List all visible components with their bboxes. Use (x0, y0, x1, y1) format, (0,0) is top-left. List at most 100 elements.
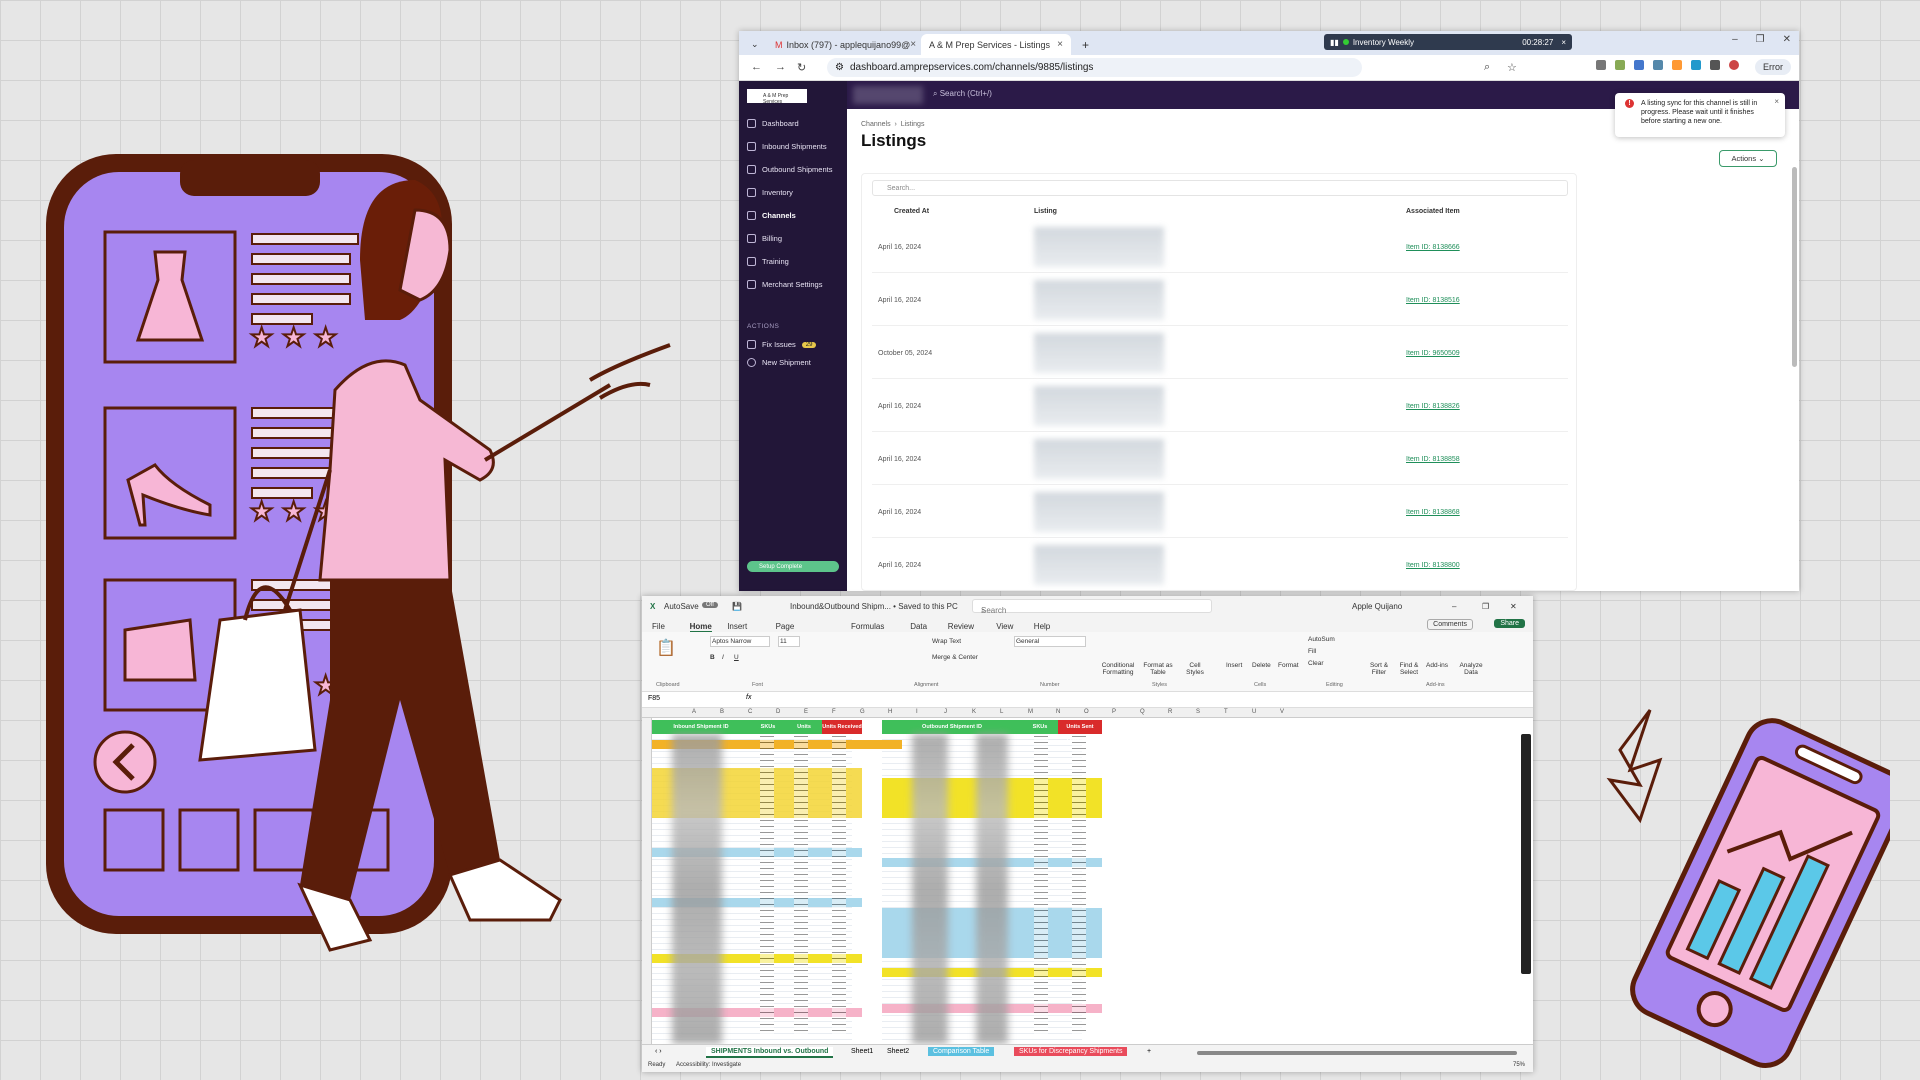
delete-cells-button[interactable]: Delete (1252, 662, 1271, 669)
global-search[interactable]: ⌕ Search (Ctrl+/) (933, 89, 992, 99)
add-sheet-button[interactable]: + (1142, 1047, 1156, 1056)
name-box[interactable]: F85 (648, 695, 698, 702)
associated-item-link[interactable]: Item ID: 9650509 (1406, 350, 1460, 357)
header-outbound-shipment-id[interactable]: Outbound Shipment ID (882, 720, 1022, 734)
merge-center-button[interactable]: Merge & Center (932, 654, 978, 661)
sidebar-item-billing[interactable]: Billing (747, 234, 782, 243)
column-letter[interactable]: D (776, 709, 780, 715)
url-input[interactable]: ⚙ dashboard.amprepservices.com/channels/9… (827, 58, 1362, 77)
close-toast-icon[interactable]: × (1774, 97, 1779, 106)
bold-button[interactable]: B (710, 654, 715, 661)
zoom-level[interactable]: 75% (1513, 1062, 1525, 1068)
extension-icon[interactable] (1634, 60, 1644, 70)
sidebar-item-merchant-settings[interactable]: Merchant Settings (747, 280, 822, 289)
close-tab-icon[interactable]: × (1057, 39, 1063, 50)
column-letter[interactable]: F (832, 709, 836, 715)
side-panel-scrollbar[interactable] (1521, 734, 1531, 974)
excel-search-input[interactable]: ⌕ Search (972, 599, 1212, 615)
underline-button[interactable]: U (734, 654, 739, 661)
column-letter[interactable]: P (1112, 709, 1116, 715)
format-as-table-button[interactable]: Format as Table (1140, 662, 1176, 676)
sheet-tab-sheet2[interactable]: Sheet2 (882, 1047, 914, 1056)
header-units[interactable]: Units (786, 720, 822, 734)
back-icon[interactable]: ← (751, 61, 762, 73)
column-letter[interactable]: R (1168, 709, 1172, 715)
table-row[interactable]: April 16, 2024 Item ID: 8138666 (872, 220, 1568, 273)
table-row[interactable]: April 16, 2024 Item ID: 8138858 (872, 432, 1568, 485)
sidebar-item-inventory[interactable]: Inventory (747, 188, 793, 197)
breadcrumb-channels[interactable]: Channels (861, 121, 891, 128)
spreadsheet-grid[interactable]: A B C D E F G H I J K L M N O P Q R S T U V Inbound Shipment … (642, 708, 1533, 1044)
column-letter[interactable]: M (1028, 709, 1033, 715)
autosum-button[interactable]: AutoSum (1308, 636, 1335, 643)
site-info-icon[interactable]: ⚙ (835, 62, 844, 73)
table-row[interactable]: April 16, 2024 Item ID: 8138826 (872, 379, 1568, 432)
tab-listings[interactable]: A & M Prep Services - Listings × (921, 34, 1071, 55)
column-header-created-at[interactable]: Created At (894, 208, 929, 215)
close-icon[interactable]: × (1561, 38, 1566, 47)
font-name-select[interactable]: Aptos Narrow (710, 636, 770, 647)
analyze-data-button[interactable]: Analyze Data (1456, 662, 1486, 676)
cell-styles-button[interactable]: Cell Styles (1180, 662, 1210, 676)
close-window-button[interactable]: ✕ (1510, 602, 1517, 611)
column-letter[interactable]: H (888, 709, 892, 715)
close-window-button[interactable]: ✕ (1783, 34, 1791, 45)
sidebar-item-inbound-shipments[interactable]: Inbound Shipments (747, 142, 827, 151)
extension-icon[interactable] (1596, 60, 1606, 70)
ribbon-tab-view[interactable]: View (996, 622, 1013, 631)
profile-avatar[interactable] (1729, 60, 1739, 70)
wrap-text-button[interactable]: Wrap Text (932, 638, 961, 645)
column-letter[interactable]: V (1280, 709, 1284, 715)
pause-icon[interactable]: ▮▮ (1330, 38, 1339, 47)
column-letter[interactable]: G (860, 709, 865, 715)
save-icon[interactable]: 💾 (732, 602, 742, 611)
italic-button[interactable]: I (722, 654, 724, 661)
bookmark-star-icon[interactable]: ☆ (1507, 61, 1517, 74)
sidebar-item-training[interactable]: Training (747, 257, 789, 266)
column-letter[interactable]: E (804, 709, 808, 715)
extension-icon[interactable] (1615, 60, 1625, 70)
paste-icon[interactable]: 📋 (656, 638, 676, 658)
column-letter[interactable]: B (720, 709, 724, 715)
table-row[interactable]: April 16, 2024 Item ID: 8138868 (872, 485, 1568, 538)
forward-icon[interactable]: → (775, 61, 786, 73)
font-size-select[interactable]: 11 (778, 636, 800, 647)
setup-complete-badge[interactable]: Setup Complete (747, 561, 839, 572)
column-letter[interactable]: U (1252, 709, 1256, 715)
associated-item-link[interactable]: Item ID: 8138666 (1406, 244, 1460, 251)
associated-item-link[interactable]: Item ID: 8138868 (1406, 509, 1460, 516)
prev-sheet-icon[interactable]: ‹ › (650, 1047, 667, 1056)
associated-item-link[interactable]: Item ID: 8138826 (1406, 403, 1460, 410)
new-tab-button[interactable]: + (1074, 34, 1097, 55)
ribbon-tab-data[interactable]: Data (910, 622, 927, 631)
maximize-button[interactable]: ❐ (1756, 34, 1765, 45)
error-button[interactable]: Error (1755, 59, 1791, 75)
header-units-sent-outbound[interactable]: Units Sent Outbound (1058, 720, 1102, 744)
sidebar-item-channels[interactable]: Channels (747, 211, 796, 220)
sort-filter-button[interactable]: Sort & Filter (1364, 662, 1394, 676)
column-letter[interactable]: A (692, 709, 696, 715)
sidebar-item-outbound-shipments[interactable]: Outbound Shipments (747, 165, 832, 174)
maximize-button[interactable]: ❐ (1482, 602, 1489, 611)
column-letter[interactable]: J (944, 709, 947, 715)
column-letter[interactable]: S (1196, 709, 1200, 715)
extension-icon[interactable] (1672, 60, 1682, 70)
ribbon-tab-help[interactable]: Help (1034, 622, 1050, 631)
tab-inbox[interactable]: M Inbox (797) - applequijano99@ × (767, 34, 917, 55)
function-icon[interactable]: fx (746, 694, 751, 701)
autosave-toggle[interactable]: Off (702, 602, 718, 608)
ribbon-tab-formulas[interactable]: Formulas (851, 622, 884, 631)
column-letter[interactable]: L (1000, 709, 1003, 715)
minimize-button[interactable]: – (1732, 34, 1738, 45)
extension-icon[interactable] (1691, 60, 1701, 70)
tab-list-button[interactable]: ⌄ (743, 34, 767, 55)
ribbon-tab-review[interactable]: Review (948, 622, 974, 631)
find-select-button[interactable]: Find & Select (1394, 662, 1424, 676)
minimize-button[interactable]: – (1452, 602, 1456, 611)
table-row[interactable]: October 05, 2024 Item ID: 9650509 (872, 326, 1568, 379)
sheet-tab-discrepancy[interactable]: SKUs for Discrepancy Shipments (1014, 1047, 1128, 1056)
sheet-tab-comparison[interactable]: Comparison Table (928, 1047, 995, 1056)
associated-item-link[interactable]: Item ID: 8138800 (1406, 562, 1460, 569)
header-skus[interactable]: SKUs (750, 720, 786, 734)
clear-button[interactable]: Clear (1308, 660, 1324, 667)
